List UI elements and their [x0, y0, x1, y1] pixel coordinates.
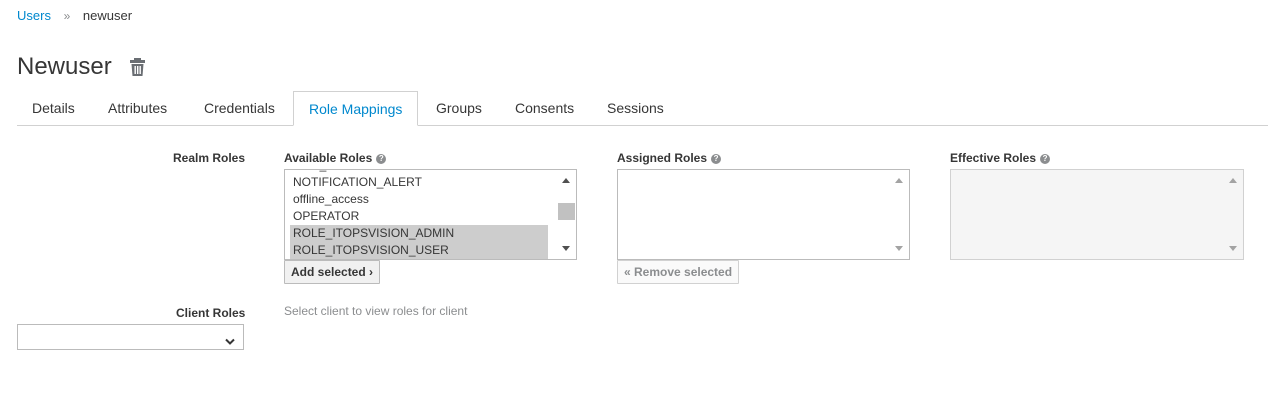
chevron-down-icon	[225, 333, 235, 345]
client-select[interactable]	[17, 324, 244, 350]
scroll-up-arrow-icon[interactable]	[895, 178, 903, 183]
title-row: Newuser	[17, 53, 146, 81]
scrollbar[interactable]	[890, 170, 909, 259]
page-title: Newuser	[17, 53, 112, 80]
scroll-down-arrow-icon[interactable]	[562, 246, 570, 251]
list-item[interactable]: offline_access	[290, 191, 548, 208]
effective-roles-list[interactable]	[950, 169, 1244, 260]
list-item-selected[interactable]: ROLE_ITOPSVISION_USER	[290, 242, 548, 259]
tab-role-mappings[interactable]: Role Mappings	[293, 91, 419, 126]
scroll-down-arrow-icon[interactable]	[895, 246, 903, 251]
tab-attributes[interactable]: Attributes	[93, 91, 182, 125]
list-item[interactable]: NOTIFICATION_ALERT	[290, 174, 548, 191]
remove-selected-button[interactable]: « Remove selected	[617, 260, 740, 284]
scrollbar[interactable]	[557, 170, 576, 259]
scroll-down-arrow-icon[interactable]	[1229, 246, 1237, 251]
available-roles-label-text: Available Roles	[284, 151, 373, 165]
tab-bar: Details Attributes Credentials Role Mapp…	[17, 91, 1268, 126]
tab-consents[interactable]: Consents	[500, 91, 589, 125]
help-icon[interactable]: ?	[376, 154, 387, 164]
scrollbar-thumb[interactable]	[558, 203, 575, 220]
scroll-up-arrow-icon[interactable]	[1229, 178, 1237, 183]
tab-sessions[interactable]: Sessions	[592, 91, 679, 125]
tab-credentials[interactable]: Credentials	[189, 91, 290, 125]
breadcrumb-separator: »	[63, 9, 71, 23]
effective-roles-label: Effective Roles?	[950, 151, 1051, 165]
available-roles-label: Available Roles?	[284, 151, 387, 165]
realm-roles-label: Realm Roles	[173, 151, 246, 165]
trash-icon[interactable]	[129, 57, 146, 77]
tab-details[interactable]: Details	[17, 91, 90, 125]
scrollbar[interactable]	[1224, 170, 1243, 259]
list-item-selected[interactable]: ROLE_ITOPSVISION_ADMIN	[290, 225, 548, 242]
breadcrumb: Users » newuser	[17, 8, 132, 23]
breadcrumb-current: newuser	[82, 8, 133, 23]
assigned-roles-label: Assigned Roles?	[617, 151, 722, 165]
assigned-roles-label-text: Assigned Roles	[617, 151, 708, 165]
help-icon[interactable]: ?	[711, 154, 722, 164]
add-selected-button[interactable]: Add selected ›	[284, 260, 381, 284]
breadcrumb-users-link[interactable]: Users	[17, 8, 51, 23]
tab-groups[interactable]: Groups	[421, 91, 497, 125]
assigned-roles-list[interactable]	[617, 169, 910, 260]
client-roles-hint: Select client to view roles for client	[284, 304, 468, 318]
scroll-up-arrow-icon[interactable]	[562, 178, 570, 183]
help-icon[interactable]: ?	[1040, 154, 1051, 164]
list-item[interactable]: OPERATOR	[290, 208, 548, 225]
effective-roles-label-text: Effective Roles	[950, 151, 1037, 165]
available-roles-list[interactable]: UMA_AUTHORIZATION NOTIFICATION_ALERT off…	[284, 169, 577, 260]
client-roles-label: Client Roles	[176, 306, 246, 320]
